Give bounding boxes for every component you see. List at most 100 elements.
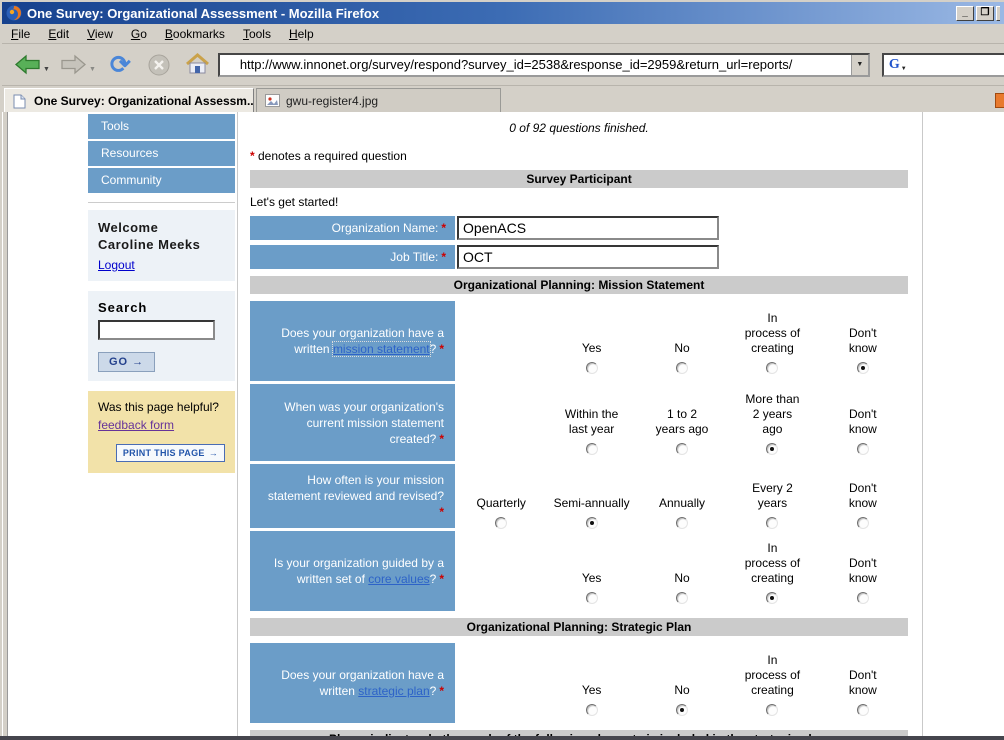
required-asterisk: * [441,250,446,264]
print-page-button[interactable]: PRINT THIS PAGE→ [116,444,225,462]
menu-file[interactable]: File [2,25,39,43]
radio-button[interactable] [586,362,598,374]
radio-button[interactable] [676,517,688,529]
option-label: Don't know [849,390,877,437]
menu-edit[interactable]: Edit [39,25,78,43]
question-term-link[interactable]: core values [368,572,429,586]
close-button[interactable] [996,6,1000,21]
tab-bar-overflow-icon[interactable] [995,93,1004,108]
organization-name-input[interactable] [457,216,719,240]
forward-button[interactable] [60,53,87,76]
option: Don't know [818,464,908,529]
section-header: Survey Participant [250,170,908,188]
required-note-text: denotes a required question [255,149,407,163]
tab-2[interactable]: gwu-register4.jpg [256,88,501,112]
radio-button[interactable] [766,704,778,716]
maximize-button[interactable]: ❒ [976,6,994,21]
option-label: 1 to 2 years ago [656,390,709,437]
logout-link[interactable]: Logout [98,258,135,272]
radio-button[interactable] [586,592,598,604]
search-engine-box: G ▼ [882,53,1004,77]
back-button[interactable] [14,53,41,76]
menu-go[interactable]: Go [122,25,156,43]
menu-bookmarks[interactable]: Bookmarks [156,25,234,43]
back-dropdown-icon[interactable]: ▼ [43,66,50,73]
tab-1[interactable]: One Survey: Organizational Assessm... [4,88,254,112]
radio-button[interactable] [766,517,778,529]
radio-button[interactable] [495,517,507,529]
home-button[interactable] [185,53,210,76]
radio-button[interactable] [586,443,598,455]
radio-button-selected[interactable] [586,517,598,529]
menu-view[interactable]: View [78,25,122,43]
tab-label: gwu-register4.jpg [286,94,378,108]
job-title-row: Job Title:* [250,245,908,269]
forward-dropdown-icon[interactable]: ▼ [89,66,96,73]
radio-button-selected[interactable] [766,443,778,455]
option: In process of creating [727,651,817,716]
organization-name-label: Organization Name:* [250,216,455,240]
option-label: Yes [582,309,602,356]
radio-button[interactable] [766,362,778,374]
user-name: Caroline Meeks [98,236,225,253]
menu-tools[interactable]: Tools [234,25,280,43]
option-label: In process of creating [745,309,800,356]
option-label: Within the last year [565,390,618,437]
radio-button-selected[interactable] [766,592,778,604]
intro-text: Let's get started! [250,195,908,209]
question-row: Does your organization have a written st… [250,643,908,723]
question-term-link[interactable]: strategic plan [358,684,429,698]
radio-button-selected[interactable] [676,704,688,716]
option: Don't know [818,539,908,604]
question-row: Is your organization guided by a written… [250,531,908,611]
menu-help[interactable]: Help [280,25,323,43]
stop-button[interactable] [147,53,171,77]
sidebar-item-tools[interactable]: Tools [88,114,235,139]
chevron-down-icon: ▼ [856,61,863,68]
option: Don't know [818,651,908,716]
answer-options: YesNoIn process of creatingDon't know [455,531,908,611]
sidebar-item-resources[interactable]: Resources [88,141,235,166]
feedback-form-link[interactable]: feedback form [98,418,174,432]
url-dropdown-button[interactable]: ▼ [851,55,868,75]
question-text-post: ? [430,684,437,698]
required-asterisk: * [441,221,446,235]
firefox-icon [6,5,22,21]
radio-button[interactable] [676,443,688,455]
option: Yes [546,651,636,716]
reload-button[interactable]: ⟳ [110,53,131,77]
go-button[interactable]: GO→ [98,352,155,372]
radio-button[interactable] [857,517,869,529]
radio-button-selected[interactable] [857,362,869,374]
required-asterisk: * [439,505,444,519]
nav-toolbar: ▼ ▼ ⟳ ▼ G ▼ [2,44,1004,86]
option-label: In process of creating [745,651,800,698]
url-input[interactable] [220,56,851,74]
radio-button[interactable] [857,592,869,604]
option: No [637,651,727,716]
google-icon[interactable]: G [889,57,900,73]
option: Quarterly [456,464,546,529]
radio-button[interactable] [676,592,688,604]
required-note: * denotes a required question [250,149,908,163]
menu-bar: FileEditViewGoBookmarksToolsHelp [2,24,1004,44]
search-input[interactable] [98,320,215,340]
question-text: How often is your mission statement revi… [261,472,444,520]
url-bar: ▼ [218,53,870,77]
search-engine-dropdown-icon[interactable]: ▼ [901,66,907,72]
web-search-input[interactable] [910,58,1004,72]
sidebar-item-community[interactable]: Community [88,168,235,193]
radio-button[interactable] [676,362,688,374]
right-arrow-icon: → [132,356,144,368]
question-term-link[interactable]: mission statement [333,342,430,356]
radio-button[interactable] [586,704,598,716]
option-label: Annually [659,464,705,511]
page-content: ToolsResourcesCommunity Welcome Caroline… [0,112,1004,736]
title-bar: One Survey: Organizational Assessment - … [2,2,1004,24]
welcome-box: Welcome Caroline Meeks Logout [88,210,235,281]
radio-button[interactable] [857,443,869,455]
minimize-button[interactable]: _ [956,6,974,21]
job-title-input[interactable] [457,245,719,269]
radio-button[interactable] [857,704,869,716]
answer-options: QuarterlySemi-annuallyAnnuallyEvery 2 ye… [455,464,908,528]
